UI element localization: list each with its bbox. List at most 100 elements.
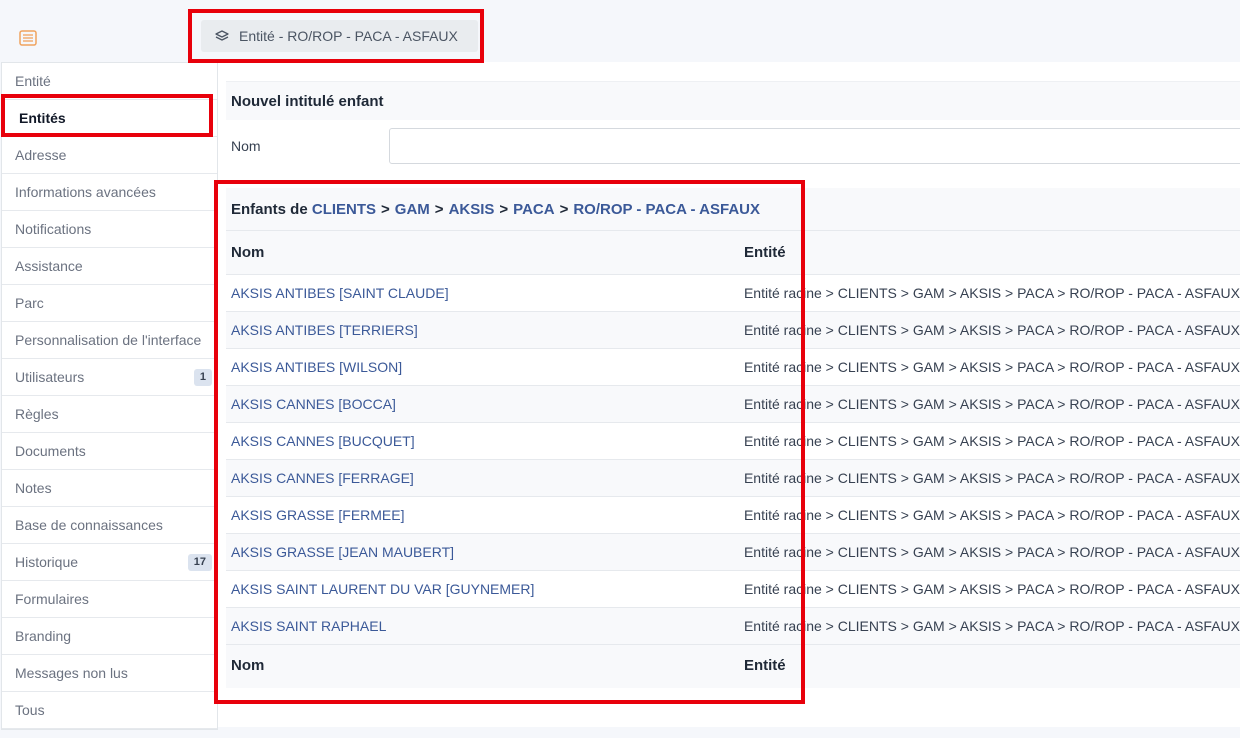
sidebar-item-label: Informations avancées — [15, 184, 156, 200]
child-entity-link[interactable]: AKSIS ANTIBES [TERRIERS] — [231, 322, 418, 338]
footer-header-name[interactable]: Nom — [226, 643, 739, 686]
sidebar-item-label: Base de connaissances — [15, 517, 163, 533]
sidebar-item[interactable]: Historique 17 — [2, 544, 217, 581]
cell-name: AKSIS GRASSE [FERMEE] — [226, 495, 739, 533]
child-entity-link[interactable]: AKSIS SAINT LAURENT DU VAR [GUYNEMER] — [231, 581, 534, 597]
children-title: Enfants de CLIENTS > GAM > AKSIS > PACA > RO/ROP… — [226, 188, 1240, 231]
sidebar-item[interactable]: Informations avancées — [2, 174, 217, 211]
table-row: AKSIS GRASSE [JEAN MAUBERT] Entité racine… — [226, 532, 1240, 570]
sidebar-item[interactable]: Utilisateurs 1 — [2, 359, 217, 396]
entity-header-title: Entité - RO/ROP - PACA - ASFAUX — [239, 28, 458, 44]
sidebar-item-label: Tous — [15, 702, 45, 718]
child-entity-link[interactable]: AKSIS ANTIBES [WILSON] — [231, 359, 402, 375]
path-link[interactable]: AKSIS — [449, 201, 495, 218]
list-icon[interactable] — [19, 30, 37, 46]
cell-name: AKSIS GRASSE [JEAN MAUBERT] — [226, 532, 739, 570]
cell-entity: Entité racine > CLIENTS > GAM > AKSIS > … — [738, 421, 1240, 459]
child-entity-link[interactable]: AKSIS CANNES [FERRAGE] — [231, 470, 414, 486]
children-card: Enfants de CLIENTS > GAM > AKSIS > PACA > RO/ROP… — [226, 188, 1240, 688]
new-child-title: Nouvel intitulé enfant — [226, 82, 1240, 120]
count-badge: 1 — [193, 368, 212, 386]
table-row: AKSIS SAINT RAPHAEL Entité racine > CLIEN… — [226, 606, 1240, 644]
path-link[interactable]: GAM — [395, 201, 430, 218]
child-entity-link[interactable]: AKSIS CANNES [BOCCA] — [231, 396, 396, 412]
child-entity-link[interactable]: AKSIS GRASSE [FERMEE] — [231, 507, 405, 523]
col-header-entity[interactable]: Entité — [739, 231, 1240, 274]
cell-name: AKSIS SAINT RAPHAEL — [226, 606, 739, 644]
sidebar-item-label: Branding — [15, 628, 72, 644]
sidebar-item[interactable]: Assistance — [2, 248, 217, 285]
name-label: Nom — [231, 138, 261, 154]
cell-name: AKSIS CANNES [BOCCA] — [226, 384, 739, 422]
cell-name: AKSIS ANTIBES [TERRIERS] — [226, 310, 739, 348]
sidebar-item[interactable]: Documents — [2, 433, 217, 470]
sidebar-item[interactable]: Notifications — [2, 211, 217, 248]
table-row: AKSIS CANNES [BOCCA] Entité racine > CLIE… — [226, 384, 1240, 422]
path-link[interactable]: RO/ROP - PACA - ASFAUX — [573, 201, 760, 218]
sidebar: Entité Entités Adresse Informations avancée… — [1, 62, 218, 730]
cell-name: AKSIS CANNES [FERRAGE] — [226, 458, 739, 496]
path-link[interactable]: CLIENTS — [312, 201, 376, 218]
sidebar-item-label: Notifications — [15, 221, 92, 237]
path-separator: > — [434, 200, 444, 218]
cell-name: AKSIS ANTIBES [WILSON] — [226, 347, 739, 385]
footer-header-entity[interactable]: Entité — [738, 643, 1240, 686]
name-input[interactable] — [389, 128, 1240, 164]
sidebar-item-label: Entité — [15, 73, 51, 89]
sidebar-item-label: Parc — [15, 295, 44, 311]
cell-entity: Entité racine > CLIENTS > GAM > AKSIS > … — [738, 495, 1240, 533]
col-header-name[interactable]: Nom — [226, 231, 739, 274]
sidebar-item-label: Personnalisation de l'interface — [15, 332, 202, 348]
path-separator: > — [559, 200, 569, 218]
sidebar-item[interactable]: Notes — [2, 470, 217, 507]
sidebar-item-label: Historique — [15, 554, 79, 570]
layers-icon — [215, 30, 229, 41]
child-entity-link[interactable]: AKSIS ANTIBES [SAINT CLAUDE] — [231, 285, 449, 301]
cell-entity: Entité racine > CLIENTS > GAM > AKSIS > … — [738, 310, 1240, 348]
sidebar-item-label: Messages non lus — [15, 665, 128, 681]
cell-name: AKSIS ANTIBES [SAINT CLAUDE] — [226, 273, 739, 311]
sidebar-item-label: Formulaires — [15, 591, 89, 607]
table-row: AKSIS ANTIBES [SAINT CLAUDE] Entité racin… — [226, 273, 1240, 311]
sidebar-item-label: Assistance — [15, 258, 83, 274]
child-entity-link[interactable]: AKSIS SAINT RAPHAEL — [231, 618, 386, 634]
sidebar-item[interactable]: Tous — [2, 692, 217, 729]
sidebar-item-label: Entités — [19, 110, 66, 126]
sidebar-item[interactable]: Formulaires — [2, 581, 217, 618]
cell-name: AKSIS CANNES [BUCQUET] — [226, 421, 739, 459]
sidebar-item[interactable]: Règles — [2, 396, 217, 433]
cell-name: AKSIS SAINT LAURENT DU VAR [GUYNEMER] — [226, 569, 739, 607]
sidebar-item[interactable]: Personnalisation de l'interface — [2, 322, 217, 359]
cell-entity: Entité racine > CLIENTS > GAM > AKSIS > … — [738, 273, 1240, 311]
sidebar-item-label: Utilisateurs — [15, 369, 85, 385]
main-content: Nouvel intitulé enfant Nom Enfants de CL… — [218, 62, 1240, 727]
children-table: Nom Entité AKSIS ANTIBES [SAINT CLAUDE] E… — [226, 231, 1240, 686]
table-row: AKSIS CANNES [FERRAGE] Entité racine > CL… — [226, 458, 1240, 496]
table-row: AKSIS GRASSE [FERMEE] Entité racine > CLI… — [226, 495, 1240, 533]
sidebar-item[interactable]: Branding — [2, 618, 217, 655]
sidebar-item-label: Adresse — [15, 147, 67, 163]
table-row: AKSIS CANNES [BUCQUET] Entité racine > CL… — [226, 421, 1240, 459]
child-entity-link[interactable]: AKSIS GRASSE [JEAN MAUBERT] — [231, 544, 454, 560]
cell-entity: Entité racine > CLIENTS > GAM > AKSIS > … — [738, 458, 1240, 496]
new-child-form-row: Nom — [226, 128, 1240, 165]
path-link[interactable]: PACA — [513, 201, 554, 218]
sidebar-item[interactable]: Adresse — [2, 137, 217, 174]
table-row: AKSIS ANTIBES [WILSON] Entité racine > CL… — [226, 347, 1240, 385]
sidebar-item[interactable]: Base de connaissances — [2, 507, 217, 544]
cell-entity: Entité racine > CLIENTS > GAM > AKSIS > … — [738, 606, 1240, 644]
path-separator: > — [499, 200, 509, 218]
path-separator: > — [381, 200, 390, 218]
sidebar-item-label: Notes — [15, 480, 52, 496]
sidebar-item[interactable]: Messages non lus — [2, 655, 217, 692]
sidebar-item-label: Documents — [15, 443, 86, 459]
sidebar-item[interactable]: Parc — [2, 285, 217, 322]
sidebar-item[interactable]: Entité — [2, 63, 217, 100]
sidebar-item[interactable]: Entités — [2, 100, 217, 137]
cell-entity: Entité racine > CLIENTS > GAM > AKSIS > … — [738, 347, 1240, 385]
sidebar-item-label: Règles — [15, 406, 59, 422]
cell-entity: Entité racine > CLIENTS > GAM > AKSIS > … — [738, 384, 1240, 422]
new-child-card: Nouvel intitulé enfant Nom — [226, 81, 1240, 183]
child-entity-link[interactable]: AKSIS CANNES [BUCQUET] — [231, 433, 415, 449]
table-row: AKSIS SAINT LAURENT DU VAR [GUYNEMER] Ent… — [226, 569, 1240, 607]
